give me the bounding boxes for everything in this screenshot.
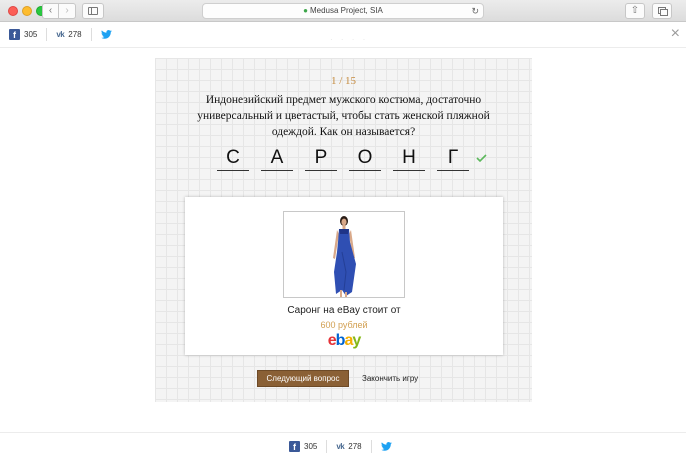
vk-icon[interactable]: vk	[56, 30, 64, 39]
divider	[46, 28, 48, 41]
result-card: Саронг на eBay стоит от 600 рублей ebay	[185, 197, 503, 355]
close-icon[interactable]: ×	[671, 26, 680, 42]
divider	[90, 28, 92, 41]
vk-count: 278	[68, 30, 82, 39]
address-bar[interactable]: ● Medusa Project, SIA ↻	[202, 3, 484, 19]
back-button[interactable]: ‹	[42, 3, 59, 19]
window-minimize-button[interactable]	[22, 6, 32, 16]
vk-count: 278	[348, 442, 362, 451]
share-button[interactable]: ⇧	[625, 3, 645, 19]
answer-letter: Р	[305, 146, 337, 171]
facebook-icon[interactable]: f	[9, 29, 20, 40]
question-text: Индонезийский предмет мужского костюма, …	[197, 94, 490, 138]
product-image[interactable]	[283, 211, 405, 298]
checkmark-icon	[476, 154, 487, 162]
ebay-logo[interactable]: ebay	[185, 332, 503, 350]
browser-toolbar: ‹ › ● Medusa Project, SIA ↻ ⇧	[0, 0, 686, 22]
answer-letter: С	[217, 146, 249, 171]
divider	[326, 440, 328, 453]
share-bar-top: f 305 vk 278	[9, 28, 112, 41]
question-counter: 1 / 15	[330, 75, 357, 87]
next-question-button[interactable]: Следующий вопрос	[257, 370, 349, 387]
price-text: 600 рублей	[320, 320, 368, 330]
divider	[0, 47, 686, 48]
answer-letter: Н	[393, 146, 425, 171]
facebook-count: 305	[304, 442, 318, 451]
facebook-count: 305	[24, 30, 38, 39]
answer-letter: А	[261, 146, 293, 171]
reload-icon[interactable]: ↻	[471, 4, 479, 18]
tabs-button[interactable]	[652, 3, 672, 19]
sarong-dress-image	[333, 216, 356, 297]
divider	[370, 440, 372, 453]
sidebar-icon	[88, 7, 98, 15]
forward-icon: ›	[65, 5, 69, 16]
window-close-button[interactable]	[8, 6, 18, 16]
twitter-icon[interactable]	[100, 30, 112, 39]
twitter-icon[interactable]	[380, 442, 392, 451]
vk-icon[interactable]: vk	[336, 442, 344, 451]
divider	[0, 432, 686, 433]
finish-game-link[interactable]: Закончить игру	[362, 374, 418, 383]
answer-letters: С А Р О Н Г	[217, 146, 481, 172]
share-icon: ⇧	[630, 5, 640, 16]
facebook-icon[interactable]: f	[289, 441, 300, 452]
result-description: Саронг на eBay стоит от	[287, 305, 401, 316]
share-bar-bottom: f 305 vk 278	[289, 440, 392, 453]
back-icon: ‹	[48, 5, 53, 16]
lock-icon: ●	[303, 6, 308, 15]
answer-letter: О	[349, 146, 381, 171]
sidebar-toggle-button[interactable]	[82, 3, 104, 19]
answer-letter: Г	[437, 146, 469, 171]
forward-button[interactable]: ›	[59, 3, 76, 19]
decorative-dots: · · · ·	[330, 35, 369, 44]
quiz-card: 1 / 15 Индонезийский предмет мужского ко…	[155, 58, 532, 402]
address-text: Medusa Project, SIA	[309, 6, 383, 15]
